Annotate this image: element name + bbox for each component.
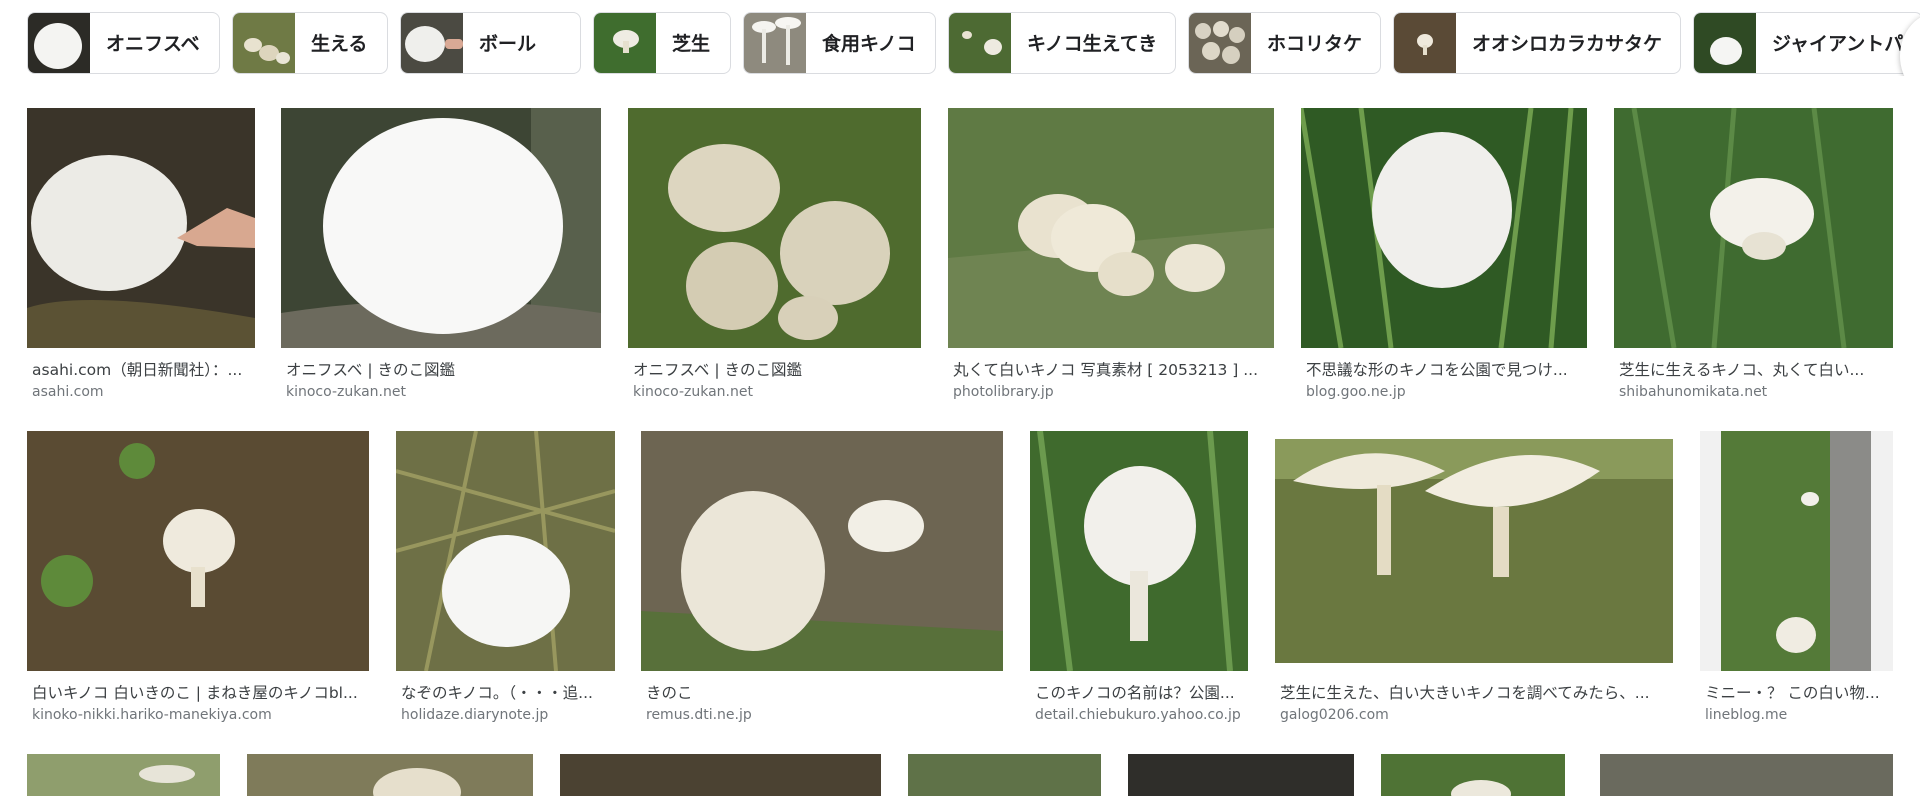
chip-shibafu[interactable]: 芝生 — [593, 12, 731, 74]
chip-label: 生える — [311, 33, 368, 55]
chip-ooshirokarakasatake[interactable]: オオシロカラカサタケ — [1393, 12, 1681, 74]
image-result-partial[interactable] — [1381, 754, 1565, 796]
result-image — [628, 108, 921, 348]
chip-hokoritake[interactable]: ホコリタケ — [1188, 12, 1381, 74]
image-result[interactable]: 不思議な形のキノコを公園で見つけ... blog.goo.ne.jp — [1301, 108, 1587, 408]
image-result-partial[interactable] — [27, 754, 220, 796]
result-title[interactable]: ミニー・？ この白い物... — [1705, 681, 1891, 703]
result-image — [560, 754, 881, 796]
result-source: lineblog.me — [1705, 707, 1788, 723]
result-source: asahi.com — [32, 384, 104, 400]
result-title[interactable]: きのこ — [646, 681, 1000, 703]
chip-label: ホコリタケ — [1267, 33, 1363, 55]
image-result[interactable]: 丸くて白いキノコ 写真素材 [ 2053213 ] ... photolibra… — [948, 108, 1274, 408]
image-result[interactable]: このキノコの名前は？公園... detail.chiebukuro.yahoo.… — [1030, 431, 1248, 731]
image-result[interactable]: 芝生に生えるキノコ、丸くて白い... shibahunomikata.net — [1614, 108, 1893, 408]
result-source: remus.dti.ne.jp — [646, 707, 752, 723]
result-title[interactable]: このキノコの名前は？公園... — [1035, 681, 1245, 703]
result-title[interactable]: オニフスベ | きのこ図鑑 — [633, 358, 918, 380]
chip-haeru[interactable]: 生える — [232, 12, 388, 74]
result-image — [1700, 431, 1893, 671]
chip-label: 食用キノコ — [822, 33, 916, 55]
chip-label: 芝生 — [672, 33, 711, 55]
result-source: blog.goo.ne.jp — [1306, 384, 1406, 400]
result-image — [27, 754, 220, 796]
image-result[interactable]: オニフスベ | きのこ図鑑 kinoco-zukan.net — [628, 108, 921, 408]
image-result[interactable]: なぞのキノコ。（・・・追... holidaze.diarynote.jp — [396, 431, 615, 731]
white-puffball-dark-icon — [28, 13, 90, 73]
giant-puffball-icon — [1694, 13, 1756, 73]
result-title[interactable]: 不思議な形のキノコを公園で見つけ... — [1306, 358, 1584, 380]
small-mushrooms-grass-icon — [233, 13, 295, 73]
tall-white-mushrooms-icon — [744, 13, 806, 73]
parasol-mushroom-icon — [1394, 13, 1456, 73]
image-result-partial[interactable] — [247, 754, 533, 796]
image-result[interactable]: きのこ remus.dti.ne.jp — [641, 431, 1003, 731]
result-image — [1600, 754, 1893, 796]
chip-label: オニフスベ — [106, 33, 200, 55]
result-image — [1030, 431, 1248, 671]
image-result-partial[interactable] — [560, 754, 881, 796]
result-source: shibahunomikata.net — [1619, 384, 1768, 400]
chip-label: ジャイアントパ — [1772, 33, 1904, 55]
result-source: kinoco-zukan.net — [286, 384, 406, 400]
mushroom-sprouting-icon — [949, 13, 1011, 73]
image-result-partial[interactable] — [908, 754, 1101, 796]
chip-label: キノコ生えてき — [1027, 33, 1158, 55]
result-image — [1614, 108, 1893, 348]
result-image — [27, 108, 255, 348]
result-source: kinoko-nikki.hariko-manekiya.com — [32, 707, 272, 723]
image-result-partial[interactable] — [1600, 754, 1893, 796]
chip-ball[interactable]: ボール — [400, 12, 581, 74]
image-result-partial[interactable] — [1128, 754, 1354, 796]
puffball-cluster-icon — [1189, 13, 1251, 73]
result-image — [396, 431, 615, 671]
result-source: galog0206.com — [1280, 707, 1389, 723]
result-image — [281, 108, 601, 348]
chip-label: ボール — [479, 33, 537, 55]
result-title[interactable]: なぞのキノコ。（・・・追... — [401, 681, 613, 703]
image-result[interactable]: ミニー・？ この白い物... lineblog.me — [1700, 431, 1893, 731]
result-image — [1275, 431, 1673, 671]
result-source: holidaze.diarynote.jp — [401, 707, 549, 723]
image-result[interactable]: asahi.com（朝日新聞社）：... asahi.com — [27, 108, 255, 408]
result-title[interactable]: asahi.com（朝日新聞社）：... — [32, 358, 252, 380]
image-result[interactable]: 白いキノコ 白いきのこ | まねき屋のキノコbl... kinoko-nikki… — [27, 431, 369, 731]
result-image — [1381, 754, 1565, 796]
result-title[interactable]: 芝生に生えた、白い大きいキノコを調べてみたら、... — [1280, 681, 1670, 703]
result-image — [948, 108, 1274, 348]
result-source: detail.chiebukuro.yahoo.co.jp — [1035, 707, 1241, 723]
related-searches-chips: オニフスベ 生える ボール 芝生 食用キノコ キノコ生えてき ホコリタケ オオシ… — [27, 12, 1920, 76]
result-image — [1301, 108, 1587, 348]
image-result[interactable]: オニフスベ | きのこ図鑑 kinoco-zukan.net — [281, 108, 601, 408]
result-source: photolibrary.jp — [953, 384, 1054, 400]
chip-kinoko-haetekita[interactable]: キノコ生えてき — [948, 12, 1176, 74]
image-result[interactable]: 芝生に生えた、白い大きいキノコを調べてみたら、... galog0206.com — [1275, 431, 1673, 731]
result-source: kinoco-zukan.net — [633, 384, 753, 400]
mushroom-on-lawn-icon — [594, 13, 656, 73]
result-image — [247, 754, 533, 796]
result-title[interactable]: オニフスベ | きのこ図鑑 — [286, 358, 596, 380]
chip-onifusube[interactable]: オニフスベ — [27, 12, 220, 74]
result-title[interactable]: 芝生に生えるキノコ、丸くて白い... — [1619, 358, 1889, 380]
result-image — [641, 431, 1003, 671]
result-image — [1128, 754, 1354, 796]
chip-giant-puffball[interactable]: ジャイアントパ — [1693, 12, 1920, 74]
ball-mushroom-hand-icon — [401, 13, 463, 73]
result-image — [27, 431, 369, 671]
result-title[interactable]: 丸くて白いキノコ 写真素材 [ 2053213 ] ... — [953, 358, 1271, 380]
result-title[interactable]: 白いキノコ 白いきのこ | まねき屋のキノコbl... — [32, 681, 366, 703]
result-image — [908, 754, 1101, 796]
chip-label: オオシロカラカサタケ — [1472, 33, 1663, 55]
chip-edible-mushroom[interactable]: 食用キノコ — [743, 12, 936, 74]
